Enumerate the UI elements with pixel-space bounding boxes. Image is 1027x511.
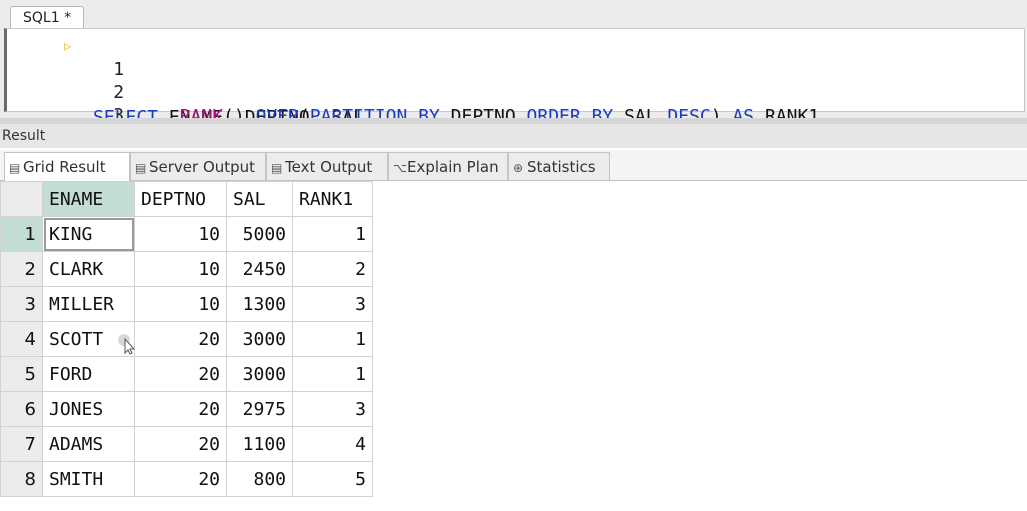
- code-editor[interactable]: 1 ▷ SELECT ENAME, DEPTNO, SAL, 2 RANK() …: [4, 28, 1025, 150]
- column-header-ename[interactable]: ENAME: [42, 181, 135, 217]
- cell-ename[interactable]: JONES: [42, 391, 135, 427]
- tab-server-output[interactable]: ▤ Server Output: [130, 152, 266, 180]
- cell-deptno[interactable]: 20: [134, 321, 227, 357]
- grid-icon: ▤: [9, 161, 21, 175]
- cell-ename[interactable]: KING: [42, 216, 135, 252]
- cell-deptno[interactable]: 20: [134, 356, 227, 392]
- header-row: ENAME DEPTNO SAL RANK1: [0, 181, 373, 217]
- row-number[interactable]: 8: [0, 461, 43, 497]
- mouse-pointer-icon: [118, 334, 136, 355]
- cell-ename[interactable]: MILLER: [42, 286, 135, 322]
- row-number[interactable]: 7: [0, 426, 43, 462]
- column-header-rank1[interactable]: RANK1: [292, 181, 373, 217]
- row-number[interactable]: 3: [0, 286, 43, 322]
- line-number: 2: [113, 82, 125, 103]
- row-number[interactable]: 2: [0, 251, 43, 287]
- cell-sal[interactable]: 5000: [226, 216, 293, 252]
- tree-icon: ⌥: [393, 161, 407, 175]
- cell-rank1[interactable]: 1: [292, 356, 373, 392]
- cell-rank1[interactable]: 3: [292, 391, 373, 427]
- tab-label: Explain Plan: [407, 158, 499, 176]
- row-number[interactable]: 4: [0, 321, 43, 357]
- table-row[interactable]: 5 FORD 20 3000 1: [0, 356, 373, 392]
- table-row[interactable]: 8 SMITH 20 800 5: [0, 461, 373, 497]
- cell-sal[interactable]: 800: [226, 461, 293, 497]
- row-number[interactable]: 1: [0, 216, 43, 252]
- cell-ename[interactable]: SMITH: [42, 461, 135, 497]
- cell-rank1[interactable]: 1: [292, 321, 373, 357]
- cell-rank1[interactable]: 2: [292, 251, 373, 287]
- tab-label: Text Output: [285, 158, 373, 176]
- column-header-deptno[interactable]: DEPTNO: [134, 181, 227, 217]
- cell-sal[interactable]: 1300: [226, 286, 293, 322]
- row-number[interactable]: 6: [0, 391, 43, 427]
- editor-tab-strip: SQL1 *: [0, 0, 1027, 28]
- cell-deptno[interactable]: 10: [134, 251, 227, 287]
- table-row[interactable]: 4 SCOTT 20 3000 1: [0, 321, 373, 357]
- line-number: 1: [113, 59, 125, 80]
- code-line-3: 3 FROM EMP;: [7, 80, 212, 150]
- current-line-marker-icon: ▷: [64, 39, 72, 53]
- tab-explain-plan[interactable]: ⌥Explain Plan: [388, 152, 508, 180]
- cell-ename[interactable]: FORD: [42, 356, 135, 392]
- cell-ename[interactable]: ADAMS: [42, 426, 135, 462]
- cell-sal[interactable]: 3000: [226, 356, 293, 392]
- cell-deptno[interactable]: 10: [134, 286, 227, 322]
- cell-sal[interactable]: 3000: [226, 321, 293, 357]
- tab-statistics[interactable]: ⊕ Statistics: [508, 152, 610, 180]
- cell-sal[interactable]: 2975: [226, 391, 293, 427]
- text-icon: ▤: [271, 161, 283, 175]
- code-line-1: 1 ▷ SELECT ENAME, DEPTNO, SAL,: [7, 34, 375, 128]
- cell-rank1[interactable]: 3: [292, 286, 373, 322]
- tab-label: Statistics: [527, 158, 596, 176]
- server-icon: ▤: [135, 161, 147, 175]
- magnifier-icon: ⊕: [513, 161, 524, 175]
- sql-editor: SQL1 * 1 ▷ SELECT ENAME, DEPTNO, SAL, 2 …: [0, 0, 1027, 150]
- cell-sal[interactable]: 1100: [226, 426, 293, 462]
- cell-sal[interactable]: 2450: [226, 251, 293, 287]
- cell-rank1[interactable]: 4: [292, 426, 373, 462]
- result-table: ENAME DEPTNO SAL RANK1 1 KING 10 5000 1 2 CLAR…: [0, 181, 373, 497]
- table-row[interactable]: 6 JONES 20 2975 3: [0, 391, 373, 427]
- column-header-sal[interactable]: SAL: [226, 181, 293, 217]
- result-grid: ENAME DEPTNO SAL RANK1 1 KING 10 5000 1 2 CLAR…: [0, 181, 1027, 511]
- table-row[interactable]: 3 MILLER 10 1300 3: [0, 286, 373, 322]
- cell-deptno[interactable]: 20: [134, 461, 227, 497]
- grid-corner[interactable]: [0, 181, 43, 217]
- cell-rank1[interactable]: 1: [292, 216, 373, 252]
- tab-grid-result[interactable]: ▤ Grid Result: [4, 152, 130, 181]
- cell-rank1[interactable]: 5: [292, 461, 373, 497]
- tab-label: Server Output: [149, 158, 256, 176]
- cell-ename[interactable]: CLARK: [42, 251, 135, 287]
- tab-sql1[interactable]: SQL1 *: [10, 6, 85, 28]
- result-tab-bar: ▤ Grid Result ▤ Server Output ▤ Text Output…: [0, 150, 1027, 181]
- table-row[interactable]: 2 CLARK 10 2450 2: [0, 251, 373, 287]
- table-row[interactable]: 7 ADAMS 20 1100 4: [0, 426, 373, 462]
- row-number[interactable]: 5: [0, 356, 43, 392]
- tab-label: Grid Result: [23, 158, 106, 176]
- cell-deptno[interactable]: 20: [134, 426, 227, 462]
- cell-deptno[interactable]: 10: [134, 216, 227, 252]
- table-row[interactable]: 1 KING 10 5000 1: [0, 216, 373, 252]
- code-line-2: 2 RANK() OVER(PARTITION BY DEPTNO ORDER …: [7, 57, 819, 127]
- tab-text-output[interactable]: ▤ Text Output: [266, 152, 388, 180]
- cell-deptno[interactable]: 20: [134, 391, 227, 427]
- result-panel-title: Result: [0, 124, 1027, 148]
